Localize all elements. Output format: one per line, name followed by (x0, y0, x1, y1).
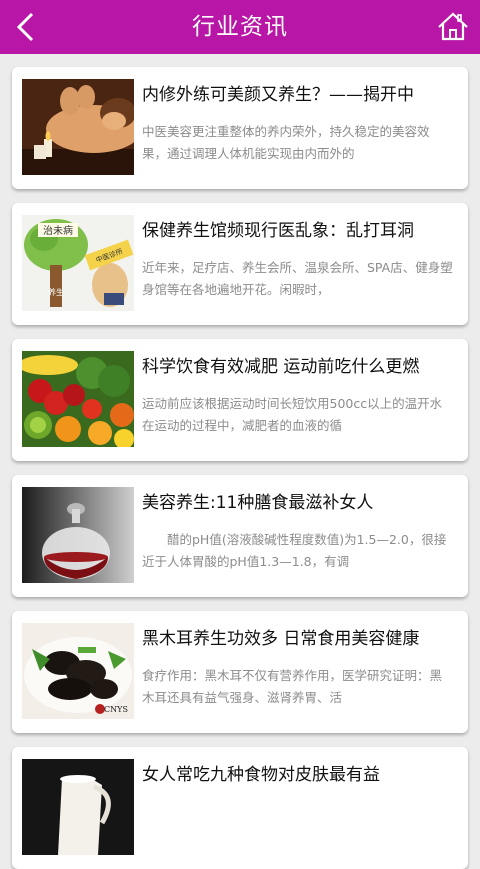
article-card[interactable]: 美容养生:11种膳食最滋补女人 醋的pH值(溶液酸碱性程度数值)为1.5—2.0… (12, 475, 468, 597)
article-summary: 中医美容更注重整体的养内荣外，持久稳定的美容效果，通过调理人体机能实现由内而外的 (142, 124, 430, 161)
header-bar: 行业资讯 (0, 0, 480, 54)
thumbnail-label: 治未病 (43, 224, 73, 237)
article-summary (142, 801, 454, 845)
thumbnail-label: 养生 (48, 287, 64, 297)
article-title: 美容养生:11种膳食最滋补女人 (142, 493, 374, 513)
article-title: 内修外练可美颜又养生？——揭开中 (142, 85, 414, 105)
article-title: 保健养生馆频现行医乱象：乱打耳洞 (142, 221, 414, 241)
article-summary: 近年来，足疗店、养生会所、温泉会所、SPA店、健身塑身馆等在各地遍地开花。闲暇时… (142, 260, 453, 297)
article-card[interactable]: 治未病 养生 中医诊所 保健养生馆频现行医乱象：乱打耳洞 近年来，足疗店、养生会… (12, 203, 468, 325)
black-fungus-dish-image: CNYS (22, 623, 134, 719)
cartoon-tree-image: 治未病 养生 中医诊所 (22, 215, 134, 311)
spa-massage-image (22, 79, 134, 175)
vinegar-bottle-image (22, 487, 134, 583)
article-title: 黑木耳养生功效多 日常食用美容健康 (142, 629, 420, 649)
article-summary: 食疗作用：黑木耳不仅有营养作用，医学研究证明：黑木耳还具有益气强身、滋肾养胃、活 (142, 668, 443, 705)
article-card[interactable]: 内修外练可美颜又养生？——揭开中 中医美容更注重整体的养内荣外，持久稳定的美容效… (12, 67, 468, 189)
page-title: 行业资讯 (192, 14, 288, 40)
article-summary: 醋的pH值(溶液酸碱性程度数值)为1.5—2.0，很接近于人体胃酸的pH值1.3… (142, 532, 447, 569)
article-title: 科学饮食有效减肥 运动前吃什么更燃 (142, 357, 420, 377)
article-title: 女人常吃九种食物对皮肤最有益 (142, 765, 380, 785)
article-summary: 运动前应该根据运动时间长短饮用500cc以上的温开水在运动的过程中，减肥者的血液… (142, 396, 443, 433)
fruit-vegetables-image (22, 351, 134, 447)
article-card[interactable]: 科学饮食有效减肥 运动前吃什么更燃 运动前应该根据运动时间长短饮用500cc以上… (12, 339, 468, 461)
milk-pitcher-image (22, 759, 134, 855)
home-icon[interactable] (434, 8, 472, 46)
article-card[interactable]: 女人常吃九种食物对皮肤最有益 (12, 747, 468, 869)
article-card[interactable]: CNYS 黑木耳养生功效多 日常食用美容健康 食疗作用：黑木耳不仅有营养作用，医… (12, 611, 468, 733)
thumbnail-watermark: CNYS (104, 705, 128, 714)
